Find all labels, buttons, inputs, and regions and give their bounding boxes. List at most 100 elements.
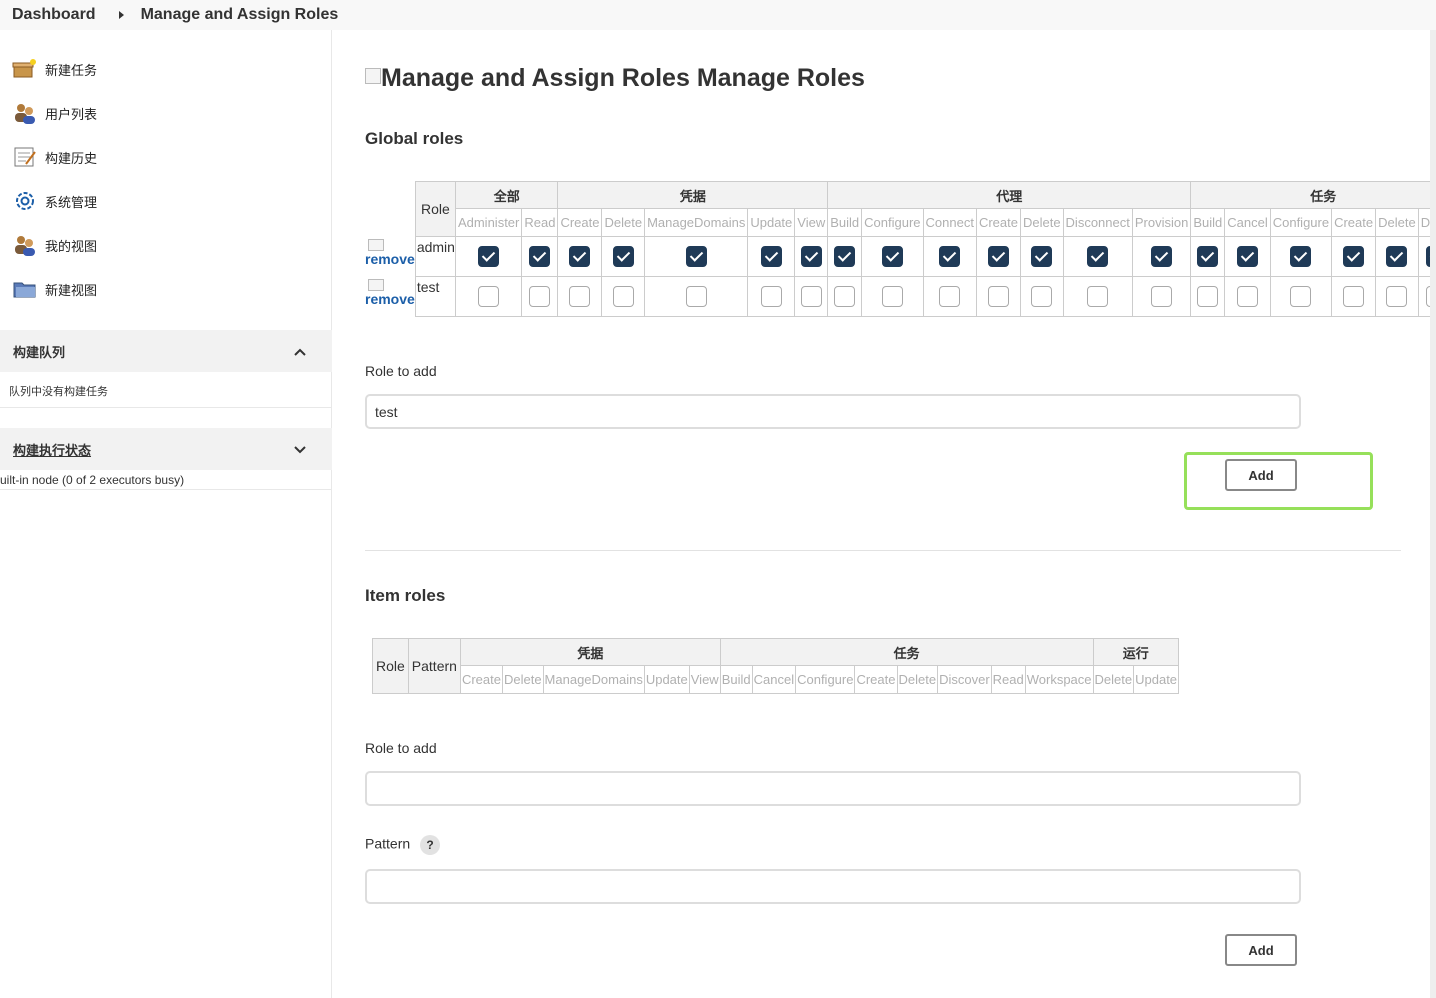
- permission-checkbox[interactable]: [800, 246, 822, 267]
- sidebar-item-label: 我的视图: [45, 238, 98, 254]
- permission-header: Update: [1133, 665, 1180, 694]
- permission-checkbox[interactable]: [1197, 246, 1219, 267]
- permission-checkbox[interactable]: [1031, 286, 1053, 307]
- sidebar-item-build-history[interactable]: 构建历史: [12, 146, 97, 168]
- permission-checkbox[interactable]: [569, 286, 591, 307]
- sidebar-item-my-views[interactable]: 我的视图: [12, 234, 97, 256]
- permission-header: Read: [990, 665, 1026, 694]
- permission-checkbox[interactable]: [1031, 246, 1053, 267]
- breadcrumb-separator-icon[interactable]: [118, 11, 124, 19]
- page-title-image: Manage and Assign Roles: [365, 64, 690, 93]
- sidebar-item-manage[interactable]: 系统管理: [12, 190, 97, 212]
- permission-checkbox[interactable]: [612, 286, 634, 307]
- permission-cell: [794, 236, 829, 277]
- permission-checkbox[interactable]: [881, 246, 903, 267]
- permission-header: Cancel: [751, 665, 797, 694]
- permission-checkbox[interactable]: [1290, 286, 1312, 307]
- permission-header: Delete: [501, 665, 544, 694]
- build-queue-header[interactable]: 构建队列: [0, 330, 332, 372]
- breadcrumb-current[interactable]: Manage and Assign Roles: [141, 6, 339, 24]
- role-name: admin: [414, 236, 456, 277]
- build-queue-body: 队列中没有构建任务: [0, 372, 332, 408]
- permission-cell: [1131, 236, 1192, 277]
- chevron-down-icon[interactable]: [294, 442, 306, 457]
- breadcrumb-dashboard[interactable]: Dashboard: [12, 6, 96, 24]
- permission-checkbox[interactable]: [1236, 246, 1258, 267]
- permission-checkbox[interactable]: [478, 246, 500, 267]
- permission-header: Discover: [937, 665, 992, 694]
- permission-header: Delete: [1019, 208, 1064, 237]
- help-icon[interactable]: ?: [420, 835, 441, 855]
- permission-checkbox[interactable]: [1087, 286, 1109, 307]
- permission-checkbox[interactable]: [685, 246, 707, 267]
- permission-checkbox[interactable]: [685, 286, 707, 307]
- sidebar: 新建任务 用户列表 构建历史 系统管理 我的视图 新建视图 构建队列 队列中没有…: [0, 30, 332, 998]
- global-role-to-add-input[interactable]: [365, 394, 1301, 429]
- scrollbar-edge[interactable]: [1430, 30, 1436, 998]
- permission-checkbox[interactable]: [529, 286, 551, 307]
- permission-checkbox[interactable]: [1290, 246, 1312, 267]
- permission-checkbox[interactable]: [612, 246, 634, 267]
- permission-checkbox[interactable]: [834, 246, 856, 267]
- pattern-input[interactable]: [365, 869, 1301, 904]
- remove-link[interactable]: remove: [365, 277, 415, 307]
- sidebar-item-users[interactable]: 用户列表: [12, 102, 97, 124]
- permission-group-header: 运行: [1092, 638, 1180, 666]
- sidebar-item-new-item[interactable]: 新建任务: [12, 58, 97, 80]
- executor-status-header[interactable]: 构建执行状态: [0, 428, 332, 470]
- chevron-up-icon[interactable]: [294, 344, 306, 359]
- item-role-to-add-input[interactable]: [365, 771, 1301, 806]
- permission-header: Read: [521, 208, 559, 237]
- permission-checkbox[interactable]: [1386, 286, 1408, 307]
- permission-checkbox[interactable]: [939, 286, 961, 307]
- remove-link[interactable]: remove: [365, 237, 415, 267]
- permission-cell: [975, 236, 1021, 277]
- remove-label[interactable]: remove: [365, 251, 415, 267]
- permission-checkbox[interactable]: [478, 286, 500, 307]
- permission-cell: [1224, 276, 1271, 317]
- permission-header: Provision: [1131, 208, 1192, 237]
- permission-checkbox[interactable]: [1343, 286, 1365, 307]
- permission-checkbox[interactable]: [1197, 286, 1219, 307]
- global-add-button[interactable]: Add: [1225, 459, 1297, 491]
- permission-checkbox[interactable]: [760, 246, 782, 267]
- permission-checkbox[interactable]: [939, 246, 961, 267]
- permission-checkbox[interactable]: [1236, 286, 1258, 307]
- permission-checkbox[interactable]: [529, 246, 551, 267]
- global-roles-heading: Global roles: [365, 129, 464, 148]
- permission-checkbox[interactable]: [760, 286, 782, 307]
- broken-image-icon: [368, 278, 384, 291]
- permission-checkbox[interactable]: [1386, 246, 1408, 267]
- item-add-button[interactable]: Add: [1225, 934, 1297, 966]
- permission-checkbox[interactable]: [881, 286, 903, 307]
- pattern-column-header: Pattern: [407, 638, 461, 694]
- permission-cell: [975, 276, 1021, 317]
- permission-header: Administer: [454, 208, 523, 237]
- executor-node-text[interactable]: uilt-in node (0 of 2 executors busy): [0, 473, 184, 487]
- permission-checkbox[interactable]: [569, 246, 591, 267]
- permission-group-header: 全部: [454, 181, 559, 209]
- permission-checkbox[interactable]: [987, 286, 1009, 307]
- permission-checkbox[interactable]: [987, 246, 1009, 267]
- permission-header: Create: [459, 665, 503, 694]
- permission-group-header: 任务: [719, 638, 1094, 666]
- permission-cell: [454, 236, 523, 277]
- permission-header: Configure: [1269, 208, 1333, 237]
- permission-checkbox[interactable]: [1151, 246, 1173, 267]
- permission-cell: [1375, 236, 1419, 277]
- permission-checkbox[interactable]: [834, 286, 856, 307]
- permission-checkbox[interactable]: [1087, 246, 1109, 267]
- permission-header: ManageDomains: [542, 665, 645, 694]
- executor-status-title[interactable]: 构建执行状态: [13, 440, 91, 459]
- permission-cell: [747, 236, 796, 277]
- table-row: remove admin: [365, 236, 1436, 277]
- remove-label[interactable]: remove: [365, 291, 415, 307]
- remove-cell: remove: [365, 277, 415, 317]
- table-row: remove test: [365, 276, 1436, 317]
- permission-cell: [1190, 236, 1226, 277]
- permission-checkbox[interactable]: [1151, 286, 1173, 307]
- permission-checkbox[interactable]: [800, 286, 822, 307]
- notepad-icon: [12, 146, 38, 168]
- permission-checkbox[interactable]: [1343, 246, 1365, 267]
- sidebar-item-new-view[interactable]: 新建视图: [12, 278, 97, 300]
